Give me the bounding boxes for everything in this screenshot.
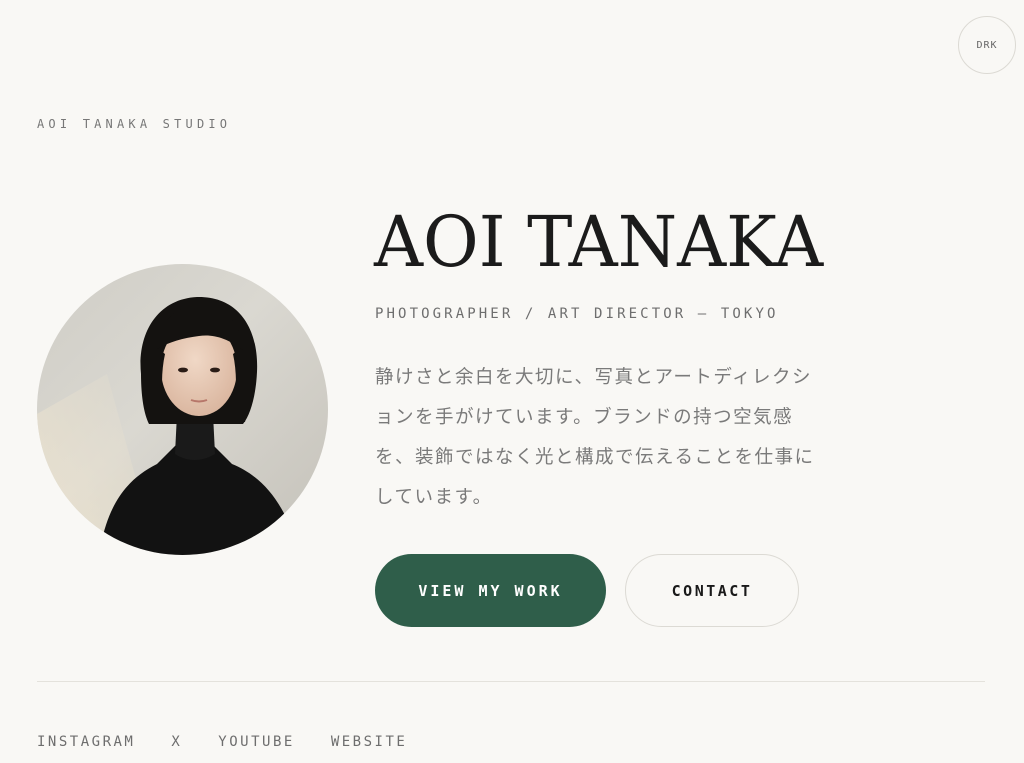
view-work-button[interactable]: VIEW MY WORK	[375, 554, 606, 627]
theme-toggle-button[interactable]: DRK	[958, 16, 1016, 74]
bio-line: を、装飾ではなく光と構成で伝えることを仕事に	[375, 447, 815, 468]
bio-paragraph: 静けさと余白を大切に、写真とアートディレクシ ョンを手がけています。ブランドの持…	[375, 358, 820, 518]
studio-name: AOI TANAKA STUDIO	[37, 117, 232, 131]
social-link-youtube[interactable]: YOUTUBE	[218, 734, 295, 750]
profile-portrait	[37, 264, 328, 555]
social-links: INSTAGRAM X YOUTUBE WEBSITE	[37, 734, 407, 750]
contact-button[interactable]: CONTACT	[625, 554, 799, 627]
footer-divider	[37, 681, 985, 682]
bio-line: 静けさと余白を大切に、写真とアートディレクシ	[375, 367, 813, 388]
social-link-website[interactable]: WEBSITE	[331, 734, 408, 750]
roles-subtitle: PHOTOGRAPHER / ART DIRECTOR — TOKYO	[375, 306, 779, 322]
bio-line: ョンを手がけています。ブランドの持つ空気感	[375, 407, 794, 428]
social-link-x[interactable]: X	[171, 734, 182, 750]
bio-line: しています。	[375, 487, 493, 508]
social-link-instagram[interactable]: INSTAGRAM	[37, 734, 135, 750]
hero-name: AOI TANAKA	[374, 201, 824, 283]
